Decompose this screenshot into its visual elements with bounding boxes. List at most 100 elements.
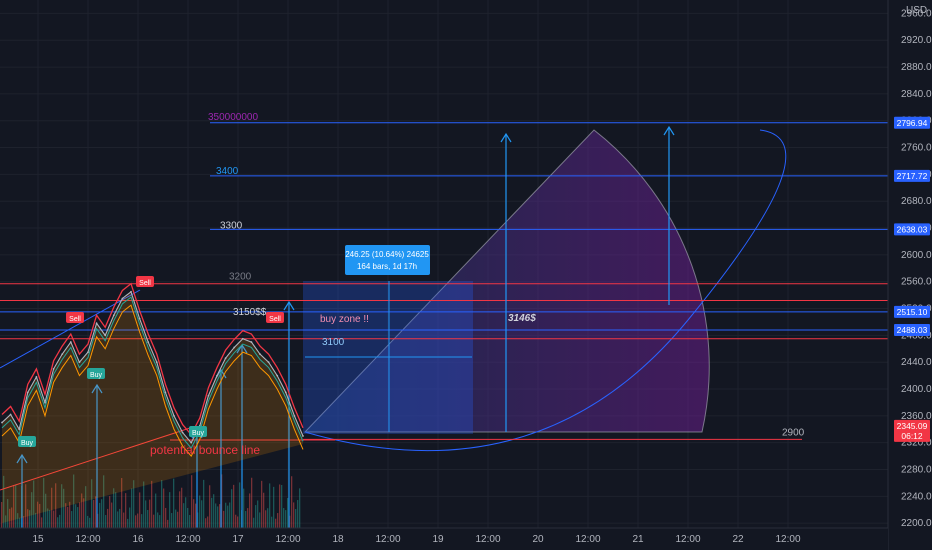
volume-bar	[253, 517, 255, 528]
volume-bar	[205, 518, 207, 528]
volume-bar	[117, 511, 119, 528]
volume-bar	[189, 515, 191, 528]
price-point	[18, 428, 21, 431]
volume-bar	[279, 484, 281, 528]
price-point	[147, 341, 150, 343]
volume-bar	[299, 488, 301, 528]
y-tick-label: 2840.00	[901, 89, 932, 100]
x-tick-label: 19	[432, 534, 444, 545]
volume-bar	[237, 516, 239, 528]
volume-bar	[287, 498, 289, 528]
price-point	[207, 394, 210, 397]
volume-bar	[269, 483, 271, 528]
chart-canvas[interactable]: 350000000 3400 3300 3200 3150$$ 2900 buy zone …	[0, 0, 932, 550]
volume-bar	[297, 500, 299, 528]
volume-bar	[77, 507, 79, 528]
price-point	[216, 374, 218, 377]
price-point	[95, 322, 98, 325]
volume-bar	[227, 505, 229, 528]
volume-bar	[93, 499, 95, 528]
volume-bar	[177, 511, 179, 528]
volume-bar	[83, 498, 85, 528]
level-label-350000000: 350000000	[208, 112, 258, 123]
x-tick-label: 15	[32, 534, 44, 545]
volume-bar	[137, 513, 139, 528]
level-label-3150: 3150$$	[233, 307, 267, 318]
volume-bar	[123, 512, 125, 528]
x-tick-label: 12:00	[575, 534, 600, 545]
volume-bar	[41, 517, 43, 528]
chart-root: 350000000 3400 3300 3200 3150$$ 2900 buy zone …	[0, 0, 932, 550]
price-point	[121, 297, 124, 300]
volume-bar	[231, 489, 233, 528]
volume-bar	[165, 507, 167, 528]
price-point	[87, 351, 89, 354]
level-label-3400: 3400	[216, 166, 239, 177]
volume-bar	[143, 481, 145, 528]
x-tick-label: 12:00	[475, 534, 500, 545]
volume-bar	[247, 508, 249, 528]
volume-bar	[95, 496, 97, 528]
volume-bar	[263, 492, 265, 528]
price-tag-label: 2717.72	[897, 171, 928, 181]
volume-bar	[71, 511, 73, 528]
volume-bar	[167, 519, 169, 528]
price-point	[302, 435, 304, 437]
x-tick-label: 12:00	[775, 534, 800, 545]
signal-label-buy: Buy	[21, 440, 34, 447]
price-point	[224, 357, 227, 360]
volume-bar	[169, 492, 171, 528]
y-tick-label: 2400.00	[901, 384, 932, 395]
volume-bar	[159, 515, 161, 528]
price-point	[69, 341, 72, 343]
level-label-3200: 3200	[229, 272, 252, 283]
price-point	[293, 414, 296, 417]
volume-bar	[157, 512, 159, 528]
volume-bar	[209, 485, 211, 528]
x-tick-label: 12:00	[375, 534, 400, 545]
measure-tooltip-line1: 246.25 (10.64%) 24625	[345, 250, 429, 259]
signal-label-buy: Buy	[192, 430, 205, 437]
price-point	[267, 361, 270, 364]
volume-bar	[65, 503, 67, 528]
price-point	[250, 341, 253, 343]
price-point	[78, 361, 81, 364]
volume-bar	[207, 516, 209, 528]
volume-bar	[57, 517, 59, 528]
y-tick-label: 2200.00	[901, 518, 932, 529]
price-point	[259, 353, 261, 356]
measure-tooltip-line2: 164 bars, 1d 17h	[357, 262, 417, 271]
volume-bar	[151, 480, 153, 528]
y-tick-label: 2280.00	[901, 465, 932, 476]
volume-bar	[89, 517, 91, 528]
volume-bar	[243, 488, 245, 528]
volume-bar	[109, 496, 111, 528]
volume-bar	[201, 500, 203, 528]
volume-bar	[179, 491, 181, 528]
volume-bar	[275, 518, 277, 528]
volume-bar	[113, 488, 115, 528]
price-point	[155, 361, 158, 364]
volume-bar	[23, 516, 25, 528]
current-price-countdown: 06:12	[901, 431, 923, 441]
signal-label-sell: Sell	[69, 316, 81, 323]
volume-bar	[139, 492, 141, 528]
volume-bar	[261, 480, 263, 528]
volume-bar	[223, 510, 225, 528]
price-point	[173, 414, 175, 417]
volume-bar	[35, 512, 37, 528]
volume-bar	[259, 512, 261, 528]
label-3100: 3100	[322, 337, 345, 348]
y-tick-label: 2440.00	[901, 357, 932, 368]
volume-bar	[101, 499, 103, 528]
x-tick-label: 12:00	[175, 534, 200, 545]
volume-bar	[239, 482, 241, 528]
volume-bar	[199, 495, 201, 528]
volume-bar	[217, 506, 219, 528]
volume-bar	[265, 510, 267, 528]
x-tick-label: 22	[732, 534, 744, 545]
volume-bar	[53, 510, 55, 528]
price-point	[52, 368, 55, 370]
volume-bar	[129, 507, 131, 528]
volume-bar	[273, 486, 275, 528]
